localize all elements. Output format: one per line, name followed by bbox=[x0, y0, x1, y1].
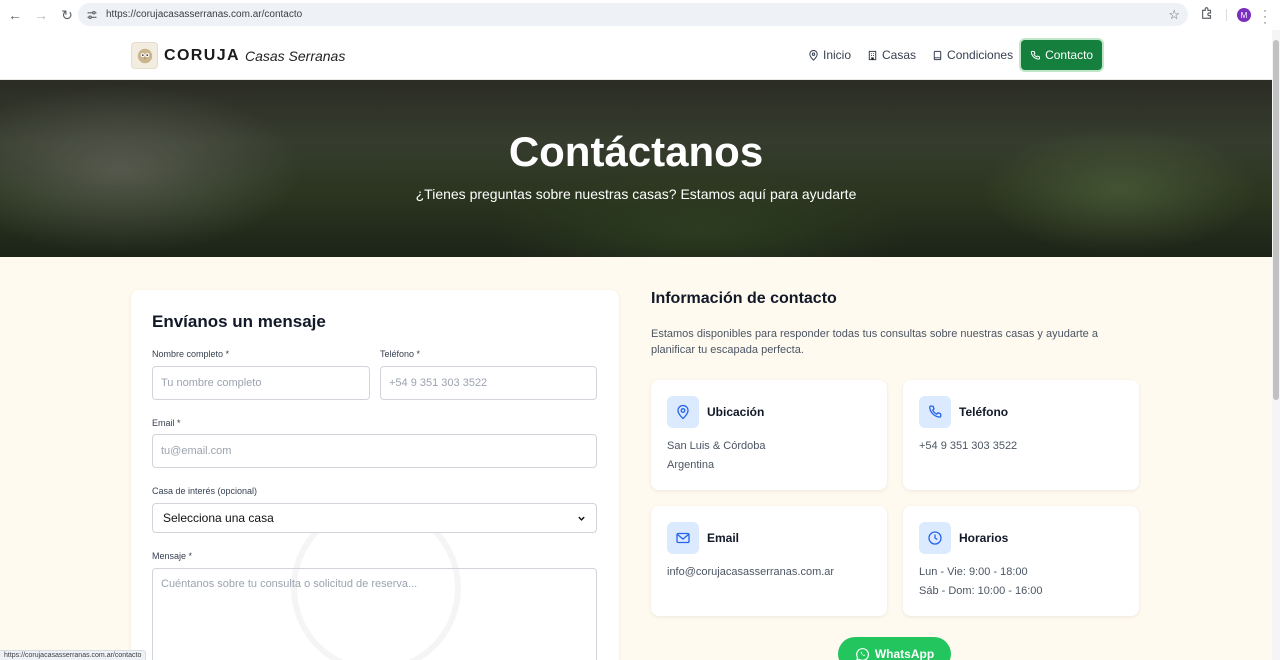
phone-icon bbox=[1030, 50, 1041, 60]
hero-banner: Contáctanos ¿Tienes preguntas sobre nues… bbox=[0, 80, 1272, 257]
hours-weekdays: Lun - Vie: 9:00 - 18:00 bbox=[919, 566, 1028, 578]
nav-casas[interactable]: Casas bbox=[859, 40, 924, 70]
back-arrow-icon[interactable]: ← bbox=[2, 2, 28, 28]
browser-nav: ← → ↻ bbox=[2, 2, 80, 28]
browser-toolbar: ← → ↻ https://corujacasasserranas.com.ar… bbox=[0, 0, 1280, 30]
phone-card: Teléfono +54 9 351 303 3522 bbox=[903, 380, 1139, 490]
bookmark-star-icon[interactable]: ☆ bbox=[1168, 7, 1180, 23]
profile-avatar[interactable]: M bbox=[1237, 8, 1251, 22]
nav-contacto[interactable]: Contacto bbox=[1021, 40, 1103, 70]
house-label: Casa de interés (opcional) bbox=[152, 486, 258, 496]
contact-form-card: Envíanos un mensaje Nombre completo * Te… bbox=[131, 290, 619, 660]
location-title: Ubicación bbox=[707, 405, 765, 419]
phone-number[interactable]: +54 9 351 303 3522 bbox=[919, 440, 1017, 452]
name-label: Nombre completo * bbox=[152, 349, 230, 359]
whatsapp-icon bbox=[855, 647, 869, 660]
nav-contacto-label: Contacto bbox=[1045, 48, 1094, 62]
document-icon bbox=[933, 50, 942, 60]
email-card: Email info@corujacasasserranas.com.ar bbox=[651, 506, 887, 616]
email-title: Email bbox=[707, 531, 740, 545]
nav-condiciones[interactable]: Condiciones bbox=[924, 40, 1021, 70]
whatsapp-label: WhatsApp bbox=[874, 647, 935, 660]
house-select[interactable]: Selecciona una casa bbox=[152, 503, 597, 533]
phone-input[interactable] bbox=[380, 366, 597, 400]
email-input[interactable] bbox=[152, 434, 597, 468]
hero-title: Contáctanos bbox=[508, 128, 764, 175]
nav-condiciones-label: Condiciones bbox=[947, 48, 1014, 62]
hours-card: Horarios Lun - Vie: 9:00 - 18:00 Sáb - D… bbox=[903, 506, 1139, 616]
name-input[interactable] bbox=[152, 366, 370, 400]
owl-logo-icon bbox=[131, 42, 158, 69]
mail-icon bbox=[667, 522, 699, 554]
map-pin-icon bbox=[667, 396, 699, 428]
contact-info-description: Estamos disponibles para responder todas… bbox=[651, 328, 1098, 356]
phone-icon bbox=[919, 396, 951, 428]
browser-menu-icon[interactable]: · · · bbox=[1262, 4, 1268, 28]
hours-title: Horarios bbox=[959, 531, 1009, 545]
site-header: CORUJA Casas Serranas Inicio Casas Condi… bbox=[0, 30, 1272, 80]
email-address[interactable]: info@corujacasasserranas.com.ar bbox=[667, 566, 834, 578]
site-settings-icon[interactable] bbox=[84, 7, 100, 23]
contact-info-title: Información de contacto bbox=[651, 290, 837, 307]
clock-icon bbox=[919, 522, 951, 554]
status-bar-url: https://corujacasasserranas.com.ar/conta… bbox=[0, 650, 147, 660]
toolbar-divider bbox=[1226, 9, 1227, 21]
building-icon bbox=[868, 50, 877, 60]
page-scrollbar[interactable] bbox=[1272, 30, 1280, 660]
brand-name: CORUJA bbox=[164, 46, 240, 64]
form-title: Envíanos un mensaje bbox=[152, 312, 326, 331]
nav-casas-label: Casas bbox=[882, 48, 917, 62]
address-bar[interactable]: https://corujacasasserranas.com.ar/conta… bbox=[78, 3, 1188, 26]
hero-subtitle: ¿Tienes preguntas sobre nuestras casas? … bbox=[415, 186, 857, 202]
forward-arrow-icon[interactable]: → bbox=[28, 2, 54, 28]
nav-inicio[interactable]: Inicio bbox=[800, 40, 859, 70]
map-pin-icon bbox=[809, 49, 818, 61]
location-line-1: San Luis & Córdoba bbox=[667, 440, 766, 452]
location-card: Ubicación San Luis & Córdoba Argentina bbox=[651, 380, 887, 490]
url-text: https://corujacasasserranas.com.ar/conta… bbox=[106, 9, 303, 20]
whatsapp-button[interactable]: WhatsApp bbox=[838, 637, 951, 660]
message-label: Mensaje * bbox=[152, 551, 193, 561]
location-line-2: Argentina bbox=[667, 459, 715, 471]
message-textarea[interactable] bbox=[152, 568, 597, 660]
extensions-icon[interactable] bbox=[1200, 6, 1216, 22]
email-label: Email * bbox=[152, 418, 181, 428]
nav-inicio-label: Inicio bbox=[823, 48, 852, 62]
reload-icon[interactable]: ↻ bbox=[54, 2, 80, 28]
hours-weekend: Sáb - Dom: 10:00 - 16:00 bbox=[919, 585, 1043, 597]
brand-subtitle: Casas Serranas bbox=[244, 47, 346, 64]
site-logo[interactable]: CORUJA Casas Serranas bbox=[131, 42, 345, 69]
chevron-down-icon bbox=[577, 514, 586, 523]
phone-label: Teléfono * bbox=[380, 349, 421, 359]
main-menu: Inicio Casas Condiciones Contacto bbox=[800, 40, 1103, 70]
phone-title: Teléfono bbox=[959, 405, 1009, 419]
scrollbar-thumb[interactable] bbox=[1273, 40, 1279, 400]
house-select-value: Selecciona una casa bbox=[163, 511, 274, 525]
